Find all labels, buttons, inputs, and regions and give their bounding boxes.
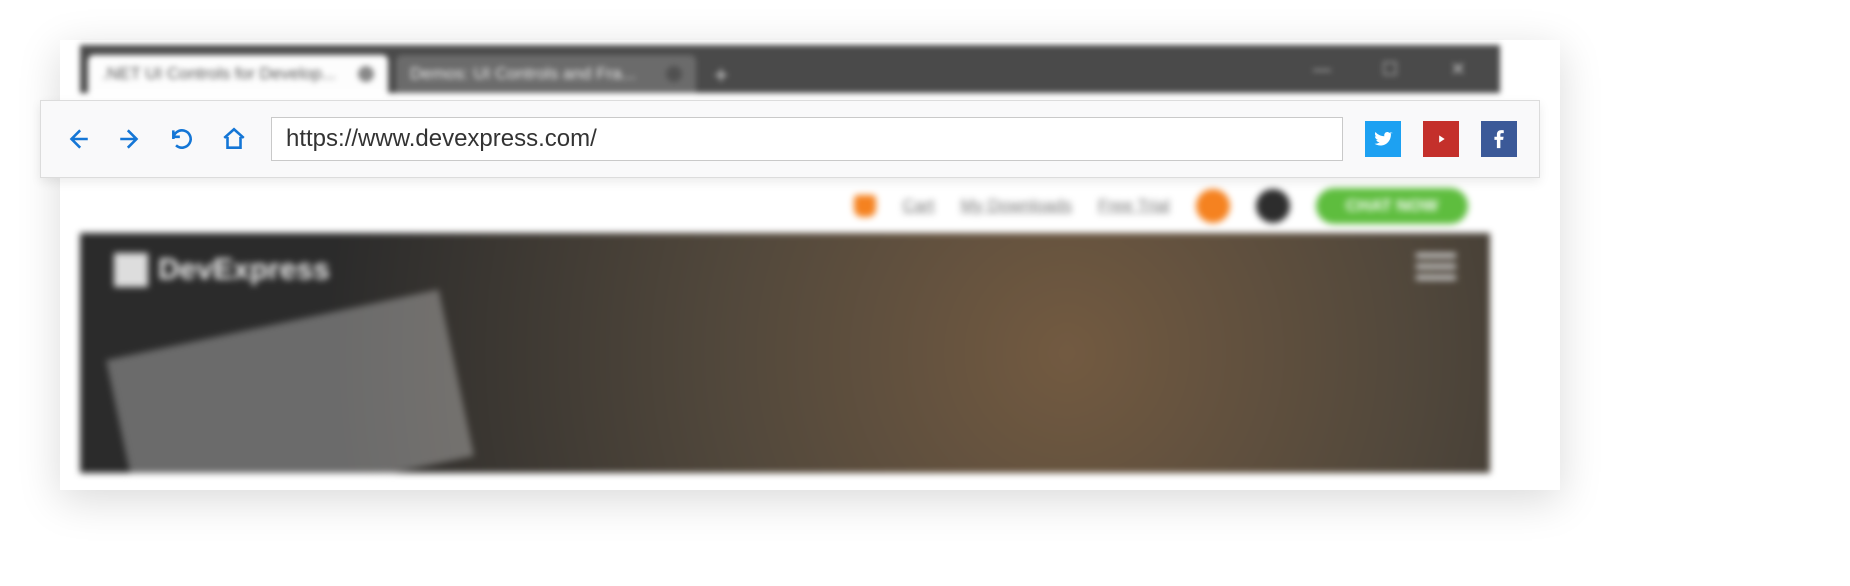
twitter-button[interactable] xyxy=(1365,121,1401,157)
back-button[interactable] xyxy=(63,124,93,154)
page-content: Cart My Downloads Free Trial CHAT NOW De… xyxy=(80,178,1490,478)
facebook-icon xyxy=(1488,128,1510,150)
home-icon xyxy=(221,126,247,152)
logo-mark-icon xyxy=(114,253,148,287)
facebook-button[interactable] xyxy=(1481,121,1517,157)
close-icon[interactable] xyxy=(666,66,682,82)
window-controls: — ☐ ✕ xyxy=(1310,45,1500,93)
cart-icon[interactable] xyxy=(854,195,876,217)
brand-name: DevExpress xyxy=(158,253,330,287)
close-button[interactable]: ✕ xyxy=(1446,57,1470,81)
downloads-link[interactable]: My Downloads xyxy=(960,196,1072,216)
account-icon[interactable] xyxy=(1196,189,1230,223)
reload-button[interactable] xyxy=(167,124,197,154)
minimize-button[interactable]: — xyxy=(1310,57,1334,81)
youtube-button[interactable] xyxy=(1423,121,1459,157)
hamburger-icon xyxy=(1416,253,1456,258)
theme-icon[interactable] xyxy=(1256,189,1290,223)
brand-logo[interactable]: DevExpress xyxy=(114,253,330,287)
youtube-icon xyxy=(1430,128,1452,150)
arrow-left-icon xyxy=(65,126,91,152)
chat-now-button[interactable]: CHAT NOW xyxy=(1316,188,1468,224)
forward-button[interactable] xyxy=(115,124,145,154)
address-bar[interactable] xyxy=(271,117,1343,161)
navigation-toolbar xyxy=(40,100,1540,178)
hero-overlay-graphic xyxy=(106,290,474,478)
close-icon[interactable] xyxy=(358,66,374,82)
tab-title: .NET UI Controls for Develop... xyxy=(102,64,336,84)
menu-button[interactable] xyxy=(1416,253,1456,280)
free-trial-link[interactable]: Free Trial xyxy=(1098,196,1170,216)
tab-title: Demos: UI Controls and Fra... xyxy=(410,64,636,84)
tab-1[interactable]: Demos: UI Controls and Fra... xyxy=(396,55,696,93)
reload-icon xyxy=(169,126,195,152)
maximize-button[interactable]: ☐ xyxy=(1378,57,1402,81)
arrow-right-icon xyxy=(117,126,143,152)
new-tab-button[interactable]: + xyxy=(704,59,738,93)
cart-link[interactable]: Cart xyxy=(902,196,934,216)
tab-strip: .NET UI Controls for Develop... Demos: U… xyxy=(80,45,1500,93)
home-button[interactable] xyxy=(219,124,249,154)
hero-banner: DevExpress xyxy=(80,233,1490,473)
twitter-icon xyxy=(1372,128,1394,150)
tab-0[interactable]: .NET UI Controls for Develop... xyxy=(88,55,388,93)
site-top-bar: Cart My Downloads Free Trial CHAT NOW xyxy=(80,178,1490,233)
